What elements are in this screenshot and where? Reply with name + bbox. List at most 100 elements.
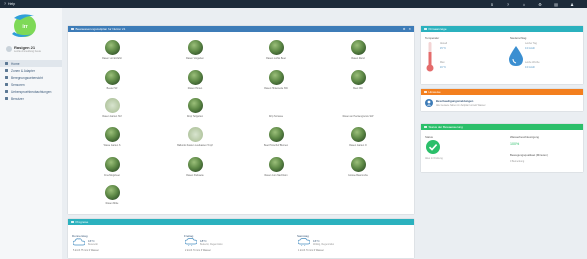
settings-icon[interactable]: ⚙ (532, 2, 548, 7)
forecast-day: Samstag 16°C Wolkig, Regenrisiko 1 km/h … (297, 234, 397, 256)
sprinkler-card[interactable]: Grosse Baumreihe (328, 157, 388, 179)
panel-title: Hinweise (428, 90, 441, 94)
sprinkler-card[interactable]: Fruehlingsbeet (82, 157, 142, 179)
forecast-details: 2 km/h 74 mm 3 Wasser (185, 249, 211, 252)
sprinkler-name: Rasen Garten O (349, 143, 367, 147)
home-icon[interactable]: ⌂ (516, 2, 532, 7)
status-label: Status (425, 135, 433, 139)
sidebar-item-users[interactable]: Benutzer (0, 95, 62, 102)
sprinkler-photo (104, 185, 120, 200)
precipitation-day-label: Letzter Tag (525, 42, 537, 45)
sprinkler-name: Grosse Baumreihe (348, 173, 368, 177)
close-icon[interactable]: ✕ (408, 27, 411, 31)
status-icon (424, 125, 427, 129)
sprinkler-photo (187, 98, 203, 113)
precipitation-day-value: 0.0 mm/h (525, 47, 535, 50)
sprinkler-name: Beete Hof (106, 86, 118, 90)
question-icon[interactable]: ? (500, 2, 516, 7)
home-icon (5, 62, 8, 65)
sprinklers-panel: Bewaesserungszeitplan fur Nutzer 21 ⚙ ✕ … (68, 26, 414, 214)
sprinkler-card[interactable]: Rasen Vorgarten (165, 40, 225, 62)
sprinkler-name: Rasen vor Einfahrt (102, 56, 122, 60)
sprinkler-name: Rasen Rand (351, 56, 365, 60)
sidebar-item-home[interactable]: Home (0, 60, 62, 67)
forecast-day: Donnerstag 16°C Bewoelkt 5 km/h 75 mm 0 … (72, 234, 172, 256)
users-icon (5, 97, 8, 100)
zones-icon (5, 69, 8, 72)
sprinkler-card[interactable]: Rasen vor Einfahrt (82, 40, 142, 62)
sprinkler-photo (187, 70, 203, 85)
alert-icon (424, 90, 427, 94)
sprinkler-name: Wiese Garten S (103, 143, 121, 147)
panel-title: Bewaesserungszeitplan fur Nutzer 21 (75, 27, 126, 31)
sidebar-item-overview[interactable]: Beregnungsuebersicht (0, 74, 62, 81)
sprinkler-name: Beet NW (353, 86, 363, 90)
help-link[interactable]: ? Help (4, 2, 15, 6)
panel-title: Status der Bewaesserung (428, 125, 463, 129)
top-bar: ? Help ℹ ? ⌂ ⚙ ▤ ♟ (0, 0, 587, 8)
sprinkler-card[interactable]: Wiese Garten S (82, 127, 142, 149)
sprinkler-name: Rasen Garten Hof (102, 114, 122, 118)
settings-icon[interactable]: ⚙ (403, 27, 406, 31)
sidebar-item-observations[interactable]: Ueberspruehbeobachtungen (0, 88, 62, 95)
panel-title: Klimaanzeige (428, 27, 447, 31)
sprinkler-name: Drop Teilgarten (186, 114, 204, 118)
tools-icon[interactable]: ▤ (548, 2, 564, 7)
sprinkler-card[interactable]: Balkonki Kasten Loetkasten Tropf (165, 127, 225, 149)
next-label: Bewegungsqualitaet (Minuten) (510, 153, 548, 157)
info-icon[interactable]: ℹ (484, 2, 500, 7)
sprinkler-card[interactable]: Rasen Mitte (82, 185, 142, 207)
sprinkler-name: Rasen rechts Beet (266, 56, 286, 60)
temperature-label: Temperatur (425, 36, 440, 40)
sprinkler-photo (351, 98, 366, 113)
forecast-desc: Bewoelkt (88, 243, 98, 246)
sprinkler-card[interactable]: Rasen rechts Beet (246, 40, 306, 62)
sprinkler-photo (268, 70, 284, 85)
sprinkler-card[interactable]: Rasen Garten Hof (82, 98, 142, 120)
help-icon: ? (4, 2, 6, 6)
sprinkler-photo (269, 98, 284, 113)
sidebar-item-zones[interactable]: Zonen & Adapter (0, 67, 62, 74)
sprinkler-photo (187, 127, 203, 142)
efficiency-value: 100% (510, 142, 520, 146)
sprinkler-card[interactable]: Rasen Rand (328, 40, 388, 62)
sprinkler-photo (268, 40, 284, 55)
sprinkler-card[interactable]: Rasen an Heckengrenze SW (328, 98, 388, 120)
water-drop-icon (509, 46, 523, 66)
sprinkler-photo (268, 157, 284, 172)
sprinkler-name: Rasen zum Nachbarn (264, 173, 288, 177)
precipitation-week-value: 0.0 mm/h (525, 66, 535, 69)
sprinkler-name: Rasen Parkseite (186, 173, 204, 177)
sprinkler-card[interactable]: Rasen zum Nachbarn (246, 157, 306, 179)
alerts-panel: Hinweise Beschaedigungsmeldungen Alle Ge… (421, 89, 583, 111)
next-value: 0 Bemerkung (510, 160, 525, 163)
sprinkler-card[interactable]: Beete Hof (82, 70, 142, 92)
thermometer-icon (426, 42, 434, 72)
forecast-desc: Wolkig, Regenrisiko (313, 243, 335, 246)
sprinkler-card[interactable]: Drop Teilgarten (165, 98, 225, 120)
sprinkler-name: Rasen Vorgarten (186, 56, 204, 60)
precipitation-label: Niederschlag (510, 36, 527, 40)
sprinkler-card[interactable]: Rasen Garten O (328, 127, 388, 149)
sprinkler-name: Rasen an Heckengrenze SW (342, 114, 374, 118)
forecast-details: 5 km/h 75 mm 0 Wasser (73, 249, 99, 252)
logo[interactable]: irr (8, 12, 38, 40)
sprinkler-card[interactable]: Rasen Hinten (165, 70, 225, 92)
sidebar-item-label: Zonen & Adapter (11, 68, 35, 73)
sprinkler-card[interactable]: Drip Terrasse (246, 98, 306, 120)
sprinkler-name: Rasen Hinterseite SW (264, 86, 288, 90)
cloud-icon (73, 238, 85, 246)
sprinkler-photo (350, 157, 366, 172)
status-panel: Status der Bewaesserung Status Alles in … (421, 124, 583, 172)
sprinkler-card[interactable]: Beet Hinterhof Blumen (246, 127, 306, 149)
sprinkler-photo (104, 127, 120, 142)
sprinkler-card[interactable]: Beet NW (328, 70, 388, 92)
forecast-day: Freitag 18°C Bedeckt, Regenrisiko 2 km/h… (184, 234, 284, 256)
sprinkler-card[interactable]: Rasen Hinterseite SW (246, 70, 306, 92)
user-icon[interactable]: ♟ (564, 2, 580, 7)
sprinkler-card[interactable]: Rasen Parkseite (165, 157, 225, 179)
sprinkler-photo (104, 98, 120, 113)
user-last-login: Letzte Anmeldung heute (14, 50, 41, 53)
sidebar-item-sensors[interactable]: Sensoren (0, 81, 62, 88)
forecast-desc: Bedeckt, Regenrisiko (200, 243, 223, 246)
